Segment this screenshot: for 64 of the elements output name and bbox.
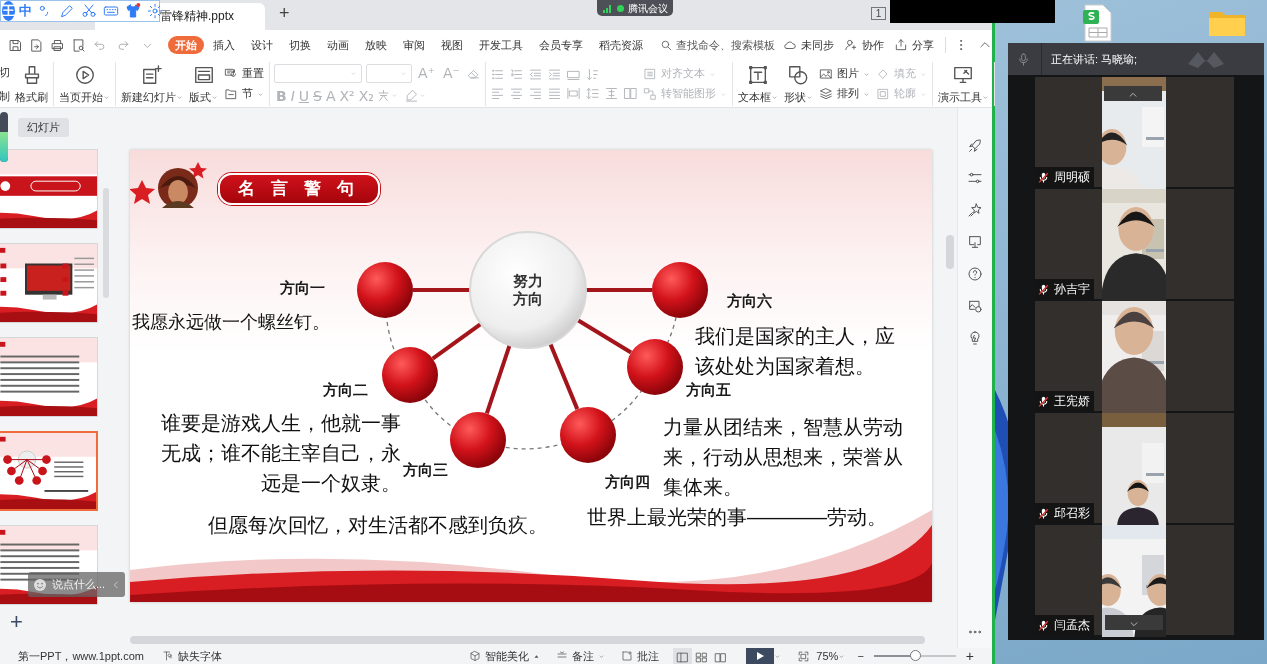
zoom-out-button[interactable]: − [855,649,866,663]
share-button[interactable]: 分享 [891,36,937,54]
search-field[interactable]: 查找命令、搜索模板 [660,36,780,54]
quote-text: 世界上最光荣的事————劳动。 [587,505,887,530]
direction-label: 方向一 [280,278,325,298]
ribbon-button[interactable]: 图片 [817,64,871,84]
direction-label: 方向四 [605,472,650,492]
input-mode-toggle[interactable]: 中 [19,1,32,21]
slide-title: 名言警句 [218,173,380,205]
participant-name: 孙吉宇 [1054,281,1090,298]
beautify-button[interactable]: 智能美化 [467,649,543,663]
ribbon-button[interactable]: 当页开始 [58,64,111,104]
quote-text: 我愿永远做一个螺丝钉。 [132,311,331,334]
notes-button[interactable]: 备注 [554,649,608,663]
menu-tab[interactable]: 稻壳资源 [592,35,650,55]
direction-label: 方向二 [323,380,368,400]
zoom-level-button[interactable]: 75% [814,649,848,663]
missing-font-button[interactable]: 缺失字体 [159,649,224,663]
ribbon-button[interactable]: 演示工具 [936,64,990,104]
menu-tab[interactable]: 视图 [434,35,470,55]
meeting-label: 腾讯会议 [627,1,668,16]
page-count-badge: 1 [871,7,886,20]
menu-tab[interactable]: 插入 [206,35,242,55]
ribbon-button[interactable]: 重置 [223,64,265,84]
ribbon-button[interactable]: 新建幻灯片 [120,64,184,104]
participant-name: 闫孟杰 [1054,617,1090,634]
menu-tab[interactable]: 切换 [282,35,318,55]
chat-bar[interactable]: 说点什么... [28,572,125,597]
quote-text: 我们是国家的主人，应该处处为国家着想。 [695,324,896,379]
menu-tab[interactable]: 会员专享 [532,35,590,55]
ribbon-button[interactable]: 形状 [782,64,814,104]
ribbon-button[interactable]: 版式 [188,64,219,104]
ime-logo[interactable]: 王 [2,1,15,21]
menu-tab[interactable]: 设计 [244,35,280,55]
participant-name: 周明硕 [1054,169,1090,186]
participant-name: 王宪娇 [1054,393,1090,410]
ribbon-button[interactable]: 节 [223,84,265,104]
menu-tab[interactable]: 动画 [320,35,356,55]
chat-input[interactable]: 说点什么... [52,576,106,593]
ribbon-button[interactable]: 格式刷 [14,64,49,104]
menu-tab[interactable]: 放映 [358,35,394,55]
ribbon-button[interactable]: 排列 [817,84,871,104]
quote-text: 但愿每次回忆，对生活都不感到负疚。 [208,513,548,538]
cloud-button[interactable]: 未同步 [780,36,837,54]
direction-label: 方向六 [727,291,772,311]
collab-button[interactable]: 协作 [841,36,887,54]
meeting-indicator[interactable]: 腾讯会议 [597,0,673,16]
direction-label: 方向五 [686,380,731,400]
menu-tab[interactable]: 审阅 [396,35,432,55]
ribbon-button[interactable]: 文本框 [736,64,779,104]
comment-button[interactable]: 批注 [619,649,662,663]
status-text: 第一PPT，www.1ppt.com [18,649,144,664]
add-slide-button[interactable]: + [10,610,23,633]
hub-label: 努力 方向 [512,272,544,308]
menu-tab[interactable]: 开发工具 [472,35,530,55]
zoom-in-button[interactable]: + [963,649,976,663]
ime-toolbar[interactable]: 王 中 [0,0,160,22]
participant-name: 邱召彩 [1054,505,1090,522]
speaker-status: 正在讲话: 马晓瑜; [1051,51,1138,67]
quote-text: 谁要是游戏人生，他就一事无成；谁不能主宰自己，永远是一个奴隶。 [160,411,401,496]
quote-text: 力量从团结来，智慧从劳动来，行动从思想来，荣誉从集体来。 [663,415,904,500]
new-tab-button[interactable]: + [275,0,294,27]
direction-label: 方向三 [403,460,448,480]
slides-panel-tab[interactable]: 幻灯片 [18,118,69,137]
